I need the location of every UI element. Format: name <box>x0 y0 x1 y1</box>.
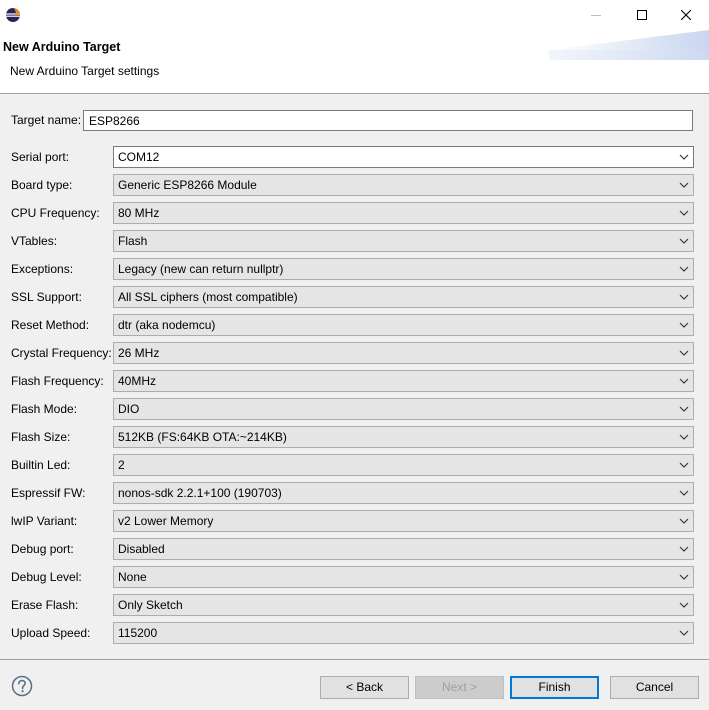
upload-speed-value: 115200 <box>118 626 158 640</box>
chevron-down-icon <box>679 322 689 328</box>
cpu-frequency-label: CPU Frequency: <box>11 206 100 220</box>
vtables-dropdown[interactable]: Flash <box>113 230 694 252</box>
chevron-down-icon <box>679 238 689 244</box>
maximize-icon <box>637 10 647 20</box>
ssl-support-label: SSL Support: <box>11 290 82 304</box>
flash-mode-value: DIO <box>118 402 140 416</box>
flash-frequency-value: 40MHz <box>118 374 157 388</box>
upload-speed-label: Upload Speed: <box>11 626 91 640</box>
flash-size-dropdown[interactable]: 512KB (FS:64KB OTA:~214KB) <box>113 426 694 448</box>
minimize-icon <box>591 15 601 16</box>
chevron-down-icon <box>679 266 689 272</box>
ssl-support-dropdown[interactable]: All SSL ciphers (most compatible) <box>113 286 694 308</box>
maximize-button[interactable] <box>619 0 665 30</box>
reset-method-dropdown[interactable]: dtr (aka nodemcu) <box>113 314 694 336</box>
target-name-input[interactable] <box>83 110 693 131</box>
erase-flash-value: Only Sketch <box>118 598 183 612</box>
flash-frequency-label: Flash Frequency: <box>11 374 104 388</box>
chevron-down-icon <box>679 546 689 552</box>
help-icon[interactable] <box>11 675 33 697</box>
eclipse-icon <box>6 8 20 22</box>
cpu-frequency-value: 80 MHz <box>118 206 160 220</box>
flash-size-value: 512KB (FS:64KB OTA:~214KB) <box>118 430 287 444</box>
wizard-header: New Arduino Target New Arduino Target se… <box>0 30 709 93</box>
chevron-down-icon <box>679 154 689 160</box>
chevron-down-icon <box>679 574 689 580</box>
espressif-fw-dropdown[interactable]: nonos-sdk 2.2.1+100 (190703) <box>113 482 694 504</box>
espressif-fw-label: Espressif FW: <box>11 486 86 500</box>
erase-flash-label: Erase Flash: <box>11 598 79 612</box>
close-button[interactable] <box>663 0 709 30</box>
title-bar <box>0 0 709 30</box>
back-button[interactable]: < Back <box>320 676 409 699</box>
cancel-button[interactable]: Cancel <box>610 676 699 699</box>
debug-level-label: Debug Level: <box>11 570 82 584</box>
exceptions-label: Exceptions: <box>11 262 74 276</box>
exceptions-value: Legacy (new can return nullptr) <box>118 262 284 276</box>
crystal-frequency-dropdown[interactable]: 26 MHz <box>113 342 694 364</box>
wizard-footer: < Back Next > Finish Cancel <box>0 660 709 710</box>
flash-size-label: Flash Size: <box>11 430 71 444</box>
ssl-support-value: All SSL ciphers (most compatible) <box>118 290 298 304</box>
debug-port-dropdown[interactable]: Disabled <box>113 538 694 560</box>
chevron-down-icon <box>679 294 689 300</box>
lwip-variant-dropdown[interactable]: v2 Lower Memory <box>113 510 694 532</box>
serial-port-dropdown[interactable]: COM12 <box>113 146 694 168</box>
chevron-down-icon <box>679 462 689 468</box>
lwip-variant-label: lwIP Variant: <box>11 514 78 528</box>
builtin-led-dropdown[interactable]: 2 <box>113 454 694 476</box>
reset-method-label: Reset Method: <box>11 318 90 332</box>
debug-port-value: Disabled <box>118 542 165 556</box>
finish-button[interactable]: Finish <box>510 676 599 699</box>
builtin-led-value: 2 <box>118 458 125 472</box>
flash-frequency-dropdown[interactable]: 40MHz <box>113 370 694 392</box>
close-icon <box>681 10 691 20</box>
minimize-button[interactable] <box>573 0 619 30</box>
target-name-label: Target name: <box>11 113 82 127</box>
chevron-down-icon <box>679 434 689 440</box>
debug-port-label: Debug port: <box>11 542 74 556</box>
board-type-dropdown[interactable]: Generic ESP8266 Module <box>113 174 694 196</box>
chevron-down-icon <box>679 378 689 384</box>
vtables-label: VTables: <box>11 234 58 248</box>
page-subtitle: New Arduino Target settings <box>10 64 160 78</box>
settings-panel: Target name: Serial port: COM12 Board type… <box>0 94 709 660</box>
crystal-frequency-value: 26 MHz <box>118 346 160 360</box>
debug-level-value: None <box>118 570 147 584</box>
debug-level-dropdown[interactable]: None <box>113 566 694 588</box>
header-banner <box>549 30 709 60</box>
chevron-down-icon <box>679 630 689 636</box>
lwip-variant-value: v2 Lower Memory <box>118 514 214 528</box>
chevron-down-icon <box>679 406 689 412</box>
board-type-label: Board type: <box>11 178 73 192</box>
flash-mode-label: Flash Mode: <box>11 402 78 416</box>
chevron-down-icon <box>679 490 689 496</box>
cpu-frequency-dropdown[interactable]: 80 MHz <box>113 202 694 224</box>
flash-mode-dropdown[interactable]: DIO <box>113 398 694 420</box>
serial-port-value: COM12 <box>118 150 160 164</box>
page-title: New Arduino Target <box>3 40 121 54</box>
vtables-value: Flash <box>118 234 148 248</box>
builtin-led-label: Builtin Led: <box>11 458 71 472</box>
chevron-down-icon <box>679 210 689 216</box>
chevron-down-icon <box>679 182 689 188</box>
serial-port-label: Serial port: <box>11 150 70 164</box>
exceptions-dropdown[interactable]: Legacy (new can return nullptr) <box>113 258 694 280</box>
espressif-fw-value: nonos-sdk 2.2.1+100 (190703) <box>118 486 282 500</box>
reset-method-value: dtr (aka nodemcu) <box>118 318 216 332</box>
chevron-down-icon <box>679 350 689 356</box>
crystal-frequency-label: Crystal Frequency: <box>11 346 112 360</box>
upload-speed-dropdown[interactable]: 115200 <box>113 622 694 644</box>
board-type-value: Generic ESP8266 Module <box>118 178 257 192</box>
chevron-down-icon <box>679 602 689 608</box>
erase-flash-dropdown[interactable]: Only Sketch <box>113 594 694 616</box>
chevron-down-icon <box>679 518 689 524</box>
next-button[interactable]: Next > <box>415 676 504 699</box>
